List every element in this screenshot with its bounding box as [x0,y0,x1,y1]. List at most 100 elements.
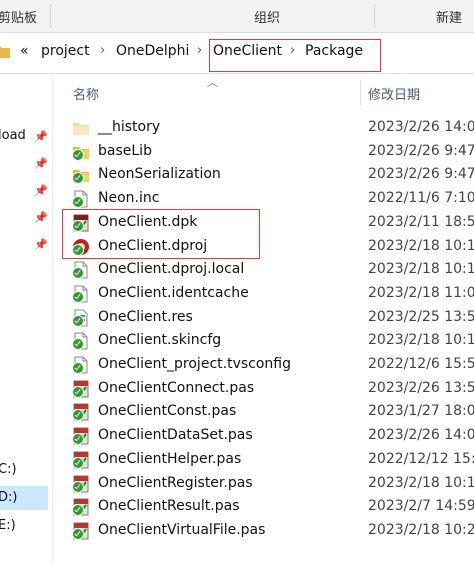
pin-icon[interactable]: 📌 [34,211,48,224]
file-name: OneClient_project.tvsconfig [98,356,291,372]
file-modified-date: 2023/2/18 10:16 [368,261,474,278]
file-row[interactable]: OneClientResult.pas 2023/2/7 14:59 [52,495,474,519]
file-modified-date: 2022/12/6 15:51 [368,356,474,372]
file-row[interactable]: OneClient_project.tvsconfig 2022/12/6 15:… [52,353,474,377]
ribbon-new-group[interactable]: 新建 [436,7,462,26]
pin-icon[interactable]: 📌 [34,238,48,251]
file-name: OneClientRegister.pas [98,474,253,491]
sync-status-check-icon [72,480,84,493]
breadcrumb-onedelphi[interactable]: OneDelphi [116,43,189,59]
quick-access-item[interactable]: load [0,128,26,143]
file-row[interactable]: OneClientHelper.pas 2022/12/12 15:44 [52,448,474,472]
file-modified-date: 2023/2/18 10:16 [368,237,474,254]
chevron-right-icon[interactable]: › [197,43,202,58]
file-modified-date: 2023/2/25 13:54 [368,308,474,325]
document-icon [72,190,90,209]
file-row[interactable]: OneClientRegister.pas 2023/2/18 10:16 [52,472,474,496]
file-modified-date: 2023/2/7 14:59 [368,498,474,515]
file-modified-date: 2022/11/6 7:10 [368,190,474,207]
file-modified-date: 2023/2/18 10:16 [368,474,474,491]
file-row[interactable]: baseLib 2023/2/26 9:47 [52,140,474,164]
address-highlight-box [209,39,381,72]
pin-icon[interactable]: 📌 [34,130,48,143]
pin-icon[interactable]: 📌 [34,184,48,197]
sync-status-check-icon [72,314,84,327]
folder-icon [72,119,90,137]
column-separator[interactable] [360,80,361,106]
file-name: OneClientResult.pas [98,498,240,515]
chevron-right-icon[interactable]: › [100,43,105,58]
file-row[interactable]: OneClient.skincfg 2023/2/18 10:16 [52,329,474,353]
file-row[interactable]: OneClient.dproj.local 2023/2/18 10:16 [52,258,474,282]
file-name: __history [98,119,161,135]
file-name: baseLib [98,142,152,159]
file-name: OneClient.identcache [98,284,249,301]
file-name: OneClientVirtualFile.pas [98,521,266,538]
file-name: OneClient.res [98,308,193,325]
file-modified-date: 2023/2/26 14:00 [368,119,474,135]
document-icon [72,332,90,351]
sync-status-check-icon [72,433,84,446]
pascal-file-icon [72,451,90,469]
file-modified-date: 2023/2/26 9:47 [368,166,474,183]
file-row[interactable]: OneClientDataSet.pas 2023/2/26 14:00 [52,424,474,448]
drive-d[interactable]: D:) [0,490,17,505]
pascal-file-icon [72,475,90,493]
pin-icon[interactable]: 📌 [34,157,48,170]
column-header-name[interactable]: 名称 [73,84,99,103]
file-modified-date: 2023/2/26 14:00 [368,427,474,444]
document-icon [72,356,90,374]
sync-status-check-icon [72,196,84,209]
sync-status-check-icon [72,290,84,303]
file-name: OneClient.dproj.local [98,261,245,278]
file-row[interactable]: OneClient.identcache 2023/2/18 11:01 [52,282,474,306]
folder-icon [0,46,10,58]
sync-status-check-icon [72,456,84,469]
pascal-file-icon [72,403,90,422]
file-name: OneClientConnect.pas [98,379,255,396]
document-icon [72,261,90,280]
file-row[interactable]: NeonSerialization 2023/2/26 9:47 [52,163,474,187]
ribbon-bar: 剪贴板 组织 新建 [0,0,474,33]
file-modified-date: 2023/2/26 9:47 [368,142,474,159]
column-header-modified[interactable]: 修改日期 [368,84,420,103]
file-modified-date: 2023/2/18 10:20 [368,521,474,538]
pascal-file-icon [72,522,90,540]
sync-status-check-icon [72,527,84,540]
pascal-file-icon [72,498,90,517]
ribbon-separator [374,4,375,28]
file-row[interactable]: OneClientConst.pas 2023/1/27 18:09 [52,400,474,424]
file-modified-date: 2023/2/26 13:56 [368,379,474,396]
file-modified-date: 2023/2/18 11:01 [368,284,474,301]
sync-status-check-icon [72,385,84,398]
file-name: OneClientHelper.pas [98,450,242,467]
file-name: OneClient.skincfg [98,332,222,349]
file-modified-date: 2023/2/18 10:16 [368,332,474,349]
pascal-file-icon [72,427,90,446]
file-row[interactable]: __history 2023/2/26 14:00 [52,116,474,140]
files-highlight-box [62,209,260,259]
file-row[interactable]: OneClient.res 2023/2/25 13:54 [52,306,474,330]
file-modified-date: 2022/12/12 15:44 [368,450,474,467]
file-name: OneClientDataSet.pas [98,427,253,444]
sync-status-check-icon [72,362,84,374]
breadcrumb-project[interactable]: project [41,43,90,59]
file-modified-date: 2023/1/27 18:09 [368,403,474,420]
file-name: Neon.inc [98,190,160,207]
file-name: NeonSerialization [98,166,221,183]
file-row[interactable]: OneClientVirtualFile.pas 2023/2/18 10:20 [52,519,474,543]
pascal-file-icon [72,380,90,398]
breadcrumb-overflow[interactable]: « [20,43,29,59]
drive-e[interactable]: E:) [0,518,16,533]
ribbon-clipboard-group[interactable]: 剪贴板 [0,7,37,26]
ribbon-organize-group[interactable]: 组织 [254,7,280,26]
resource-file-icon [72,309,90,327]
sort-ascending-icon: ︿ [207,76,218,89]
ribbon-separator [50,4,51,28]
drive-c[interactable]: C:) [0,462,17,477]
file-modified-date: 2023/2/11 18:56 [368,213,474,230]
file-row[interactable]: OneClientConnect.pas 2023/2/26 13:56 [52,377,474,401]
file-row[interactable]: Neon.inc 2022/11/6 7:10 [52,187,474,211]
file-name: OneClientConst.pas [98,403,237,420]
navigation-pane: load 📌 📌 📌 📌 📌 C:) D:) E:) [0,74,53,564]
